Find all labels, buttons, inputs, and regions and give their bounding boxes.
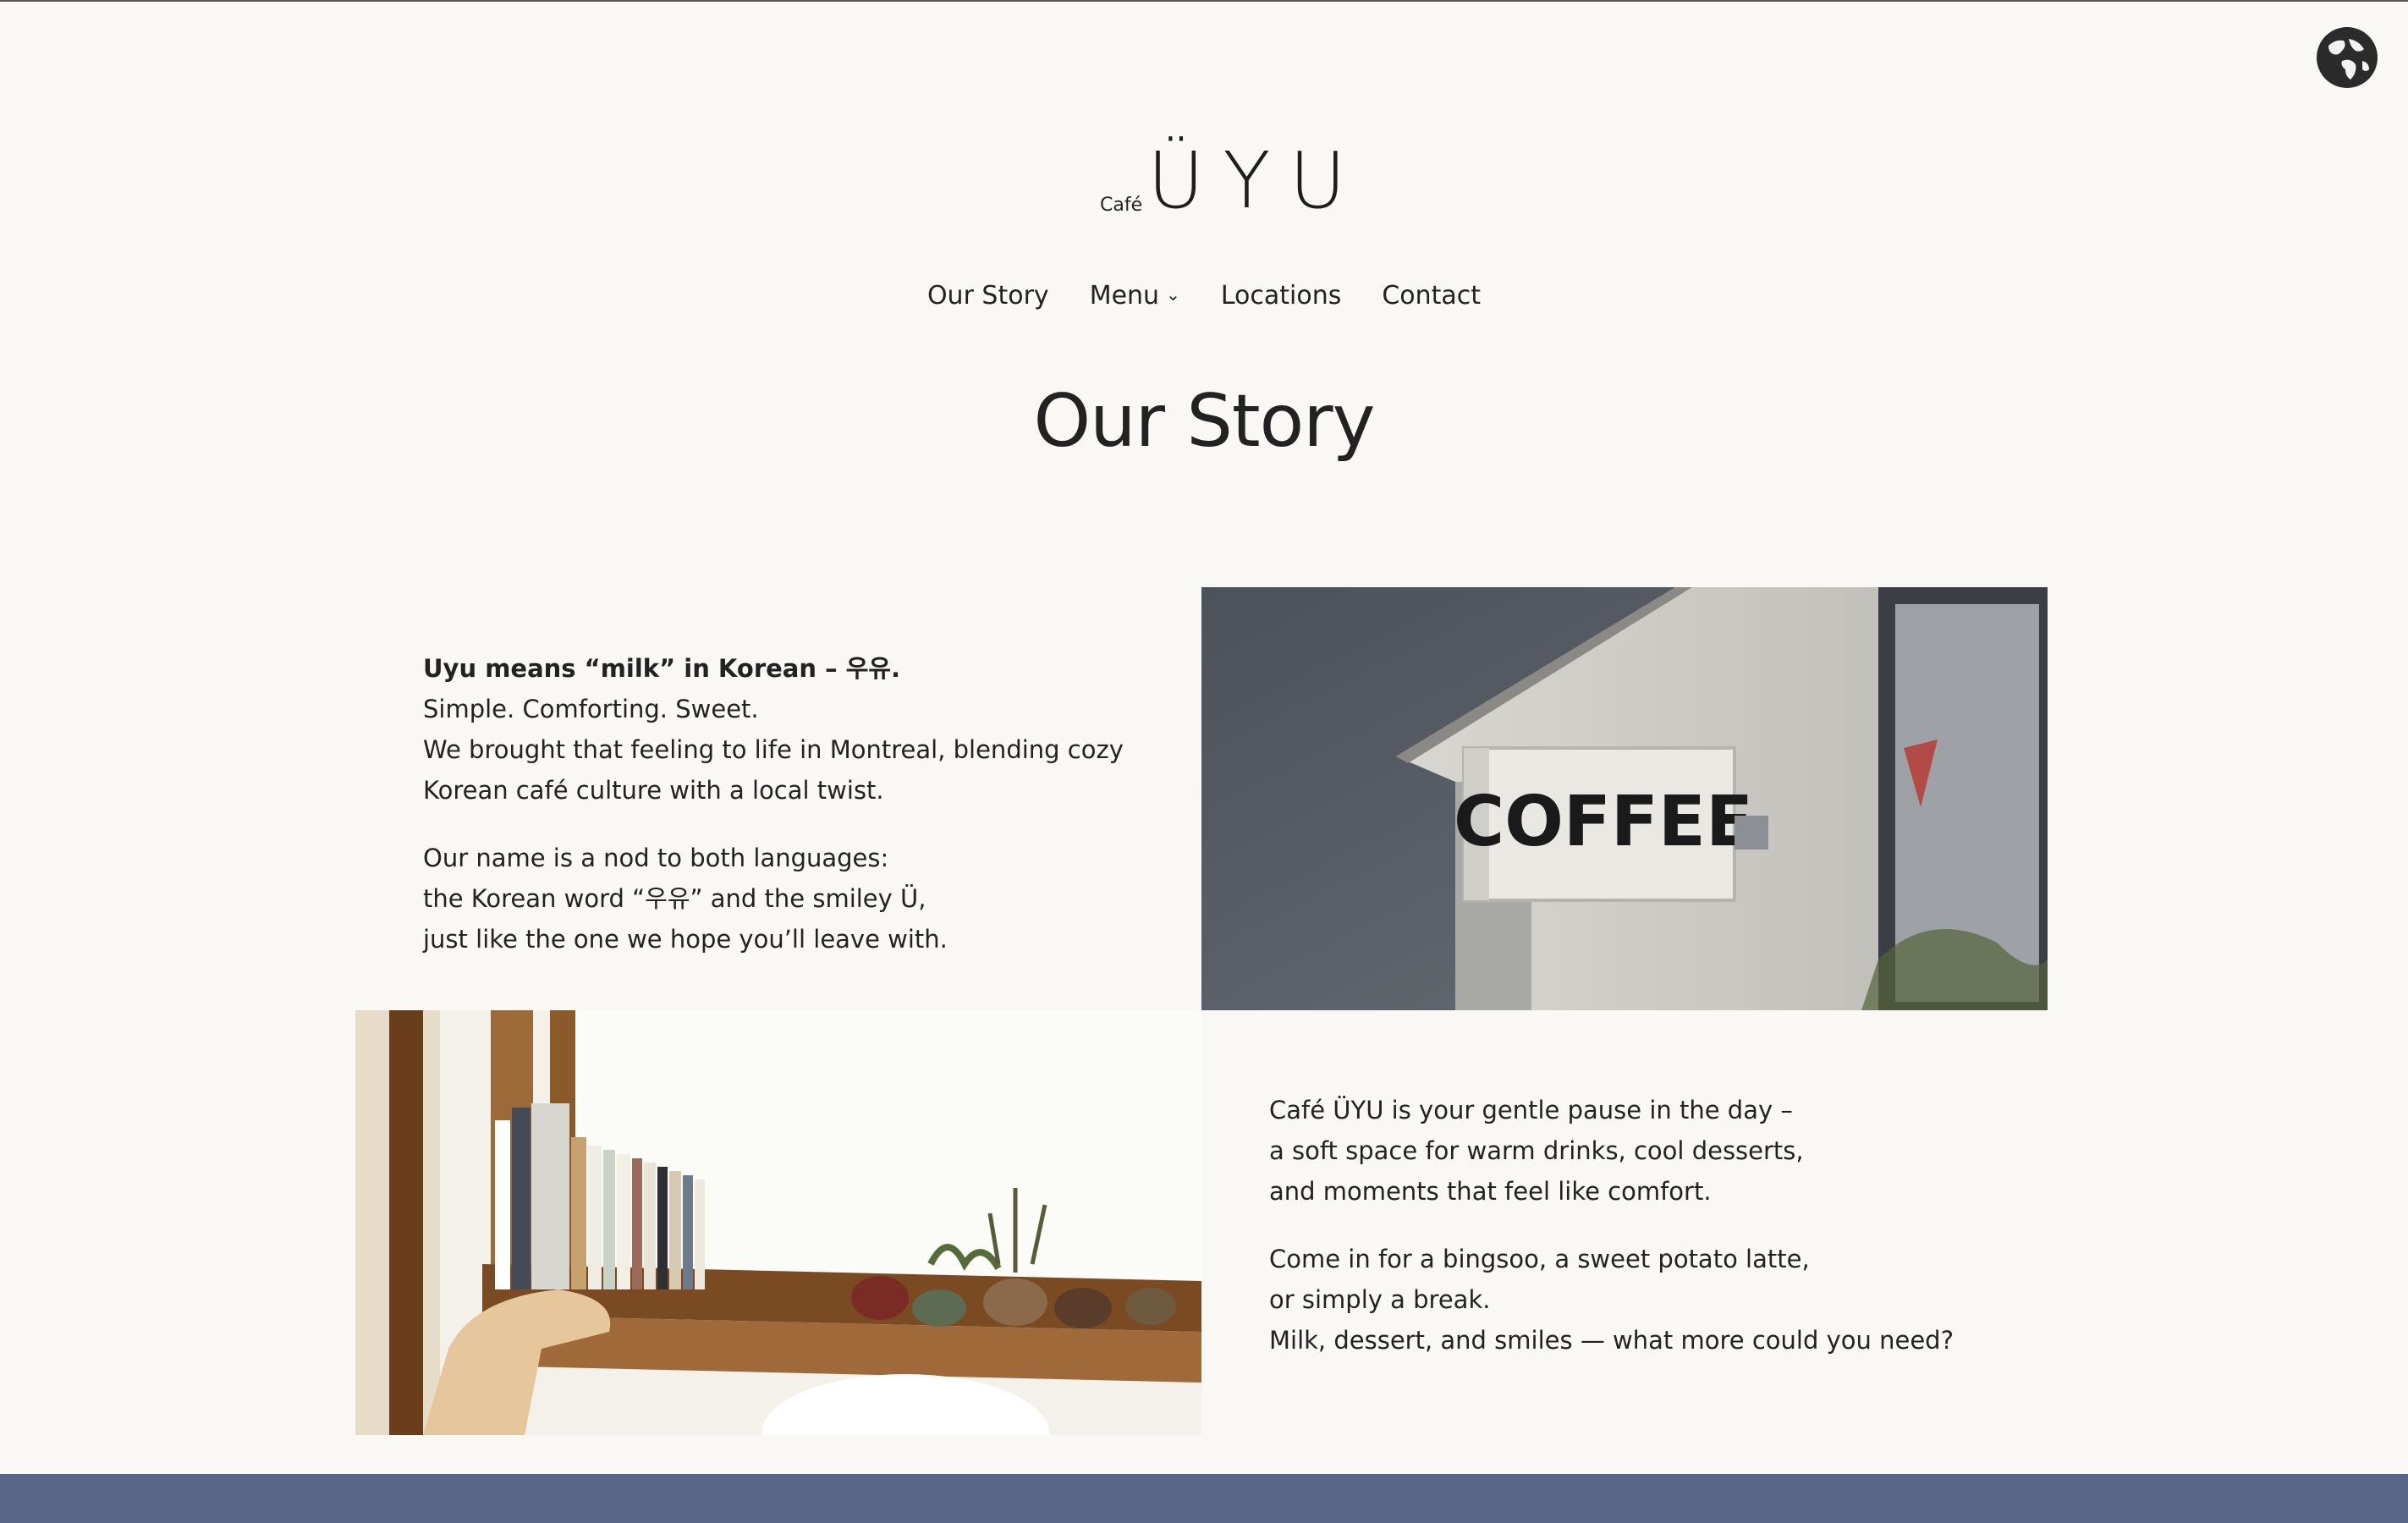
story-line: Simple. Comforting. Sweet. xyxy=(423,695,759,723)
nav-item-menu[interactable]: Menu ⌄ xyxy=(1090,281,1180,311)
nav-label: Our Story xyxy=(926,281,1049,311)
story-line: Milk, dessert, and smiles — what more co… xyxy=(1269,1326,1954,1355)
coffee-sign-text: COFFEE xyxy=(1454,782,1753,862)
bookshelf-window-image xyxy=(355,1010,1201,1435)
story-lead: Uyu means “milk” in Korean – 우유. xyxy=(423,654,901,683)
story-line: a soft space for warm drinks, cool desse… xyxy=(1269,1136,1804,1165)
globe-icon[interactable] xyxy=(2317,27,2378,88)
story-line: We brought that feeling to life in Montr… xyxy=(423,735,1124,764)
story-line: the Korean word “우유” and the smiley Ü, xyxy=(423,884,926,913)
story-pause-block: Café ÜYU is your gentle pause in the day… xyxy=(1269,1090,2115,1388)
story-pause-paragraph: Café ÜYU is your gentle pause in the day… xyxy=(1269,1090,2115,1212)
nav-label: Contact xyxy=(1382,281,1482,311)
footer-band xyxy=(0,1474,2408,1523)
nav-item-contact[interactable]: Contact xyxy=(1382,281,1481,311)
story-line: Our name is a nod to both languages: xyxy=(423,844,889,872)
story-name-paragraph: Our name is a nod to both languages: the… xyxy=(423,838,1185,959)
nav-label: Menu xyxy=(1089,281,1160,311)
nav-item-our-story[interactable]: Our Story xyxy=(927,281,1049,311)
chevron-down-icon: ⌄ xyxy=(1166,283,1180,305)
logo-cafe-text: Café xyxy=(1100,195,1143,216)
site-logo[interactable]: Café ÜYU xyxy=(1100,129,1346,230)
story-line: Korean café culture with a local twist. xyxy=(423,776,884,805)
story-line: Café ÜYU is your gentle pause in the day… xyxy=(1269,1096,1793,1124)
nav-item-locations[interactable]: Locations xyxy=(1221,281,1342,311)
story-line: just like the one we hope you’ll leave w… xyxy=(423,925,948,954)
story-visit-paragraph: Come in for a bingsoo, a sweet potato la… xyxy=(1269,1239,2115,1361)
logo-brand-text: ÜYU xyxy=(1147,135,1365,226)
story-intro-paragraph: Uyu means “milk” in Korean – 우유. Simple.… xyxy=(423,648,1185,811)
nav-label: Locations xyxy=(1220,281,1342,311)
coffee-sign-image: COFFEE xyxy=(1201,587,2048,1010)
story-intro-block: Uyu means “milk” in Korean – 우유. Simple.… xyxy=(423,648,1185,987)
story-line: Come in for a bingsoo, a sweet potato la… xyxy=(1269,1245,1810,1273)
story-line: or simply a break. xyxy=(1269,1285,1491,1314)
main-nav: Our Story Menu ⌄ Locations Contact xyxy=(0,281,2408,311)
story-line: and moments that feel like comfort. xyxy=(1269,1177,1712,1206)
page: Café ÜYU Our Story Menu ⌄ Locations Conta… xyxy=(0,0,2408,1523)
page-title: Our Story xyxy=(1033,379,1375,464)
